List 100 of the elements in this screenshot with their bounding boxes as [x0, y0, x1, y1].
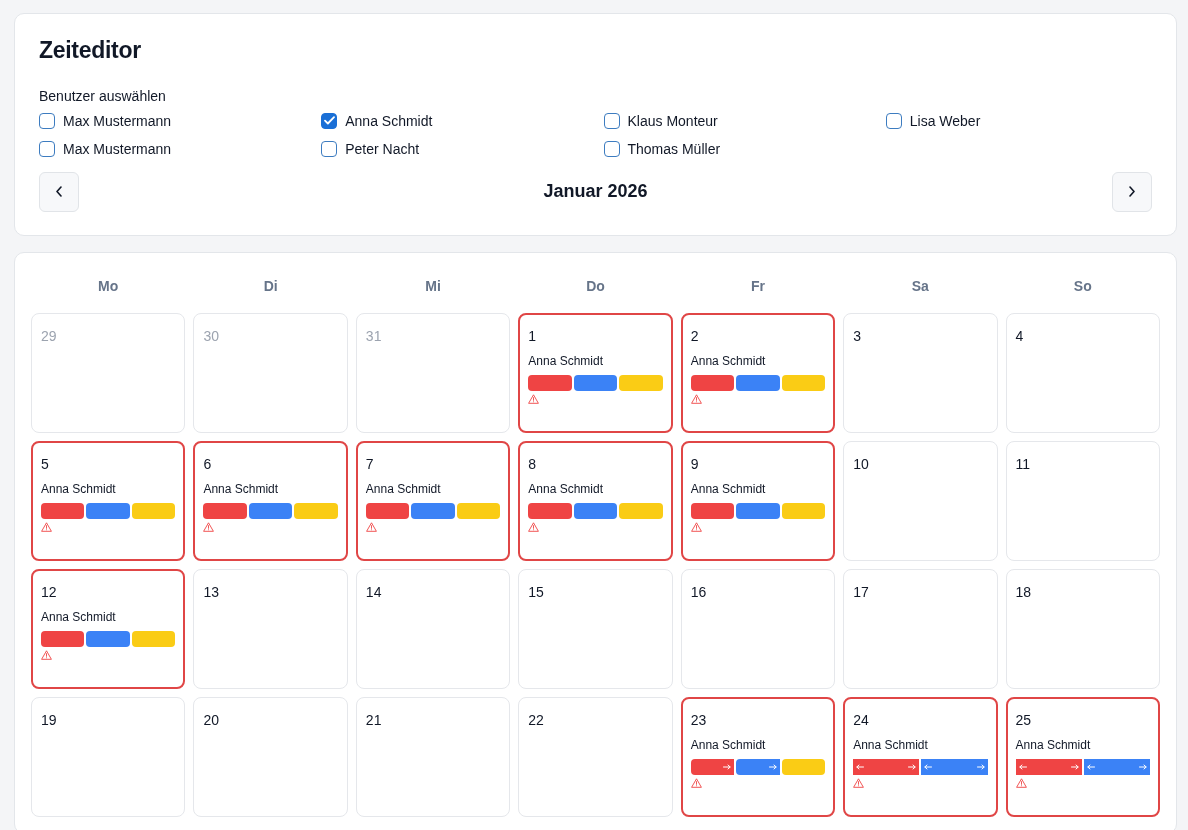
- day-number: 24: [853, 710, 869, 730]
- day-number: 12: [41, 582, 57, 602]
- entry-user-name: Anna Schmidt: [690, 481, 766, 497]
- day-cell[interactable]: 3: [843, 312, 998, 433]
- day-cell[interactable]: 15: [518, 568, 673, 689]
- time-segment[interactable]: [203, 502, 247, 519]
- checkbox[interactable]: [885, 112, 902, 129]
- day-number: 19: [41, 710, 57, 730]
- time-segment[interactable]: [690, 758, 735, 775]
- time-segment[interactable]: [41, 630, 85, 647]
- time-segment[interactable]: [528, 502, 572, 519]
- user-name-label[interactable]: Max Mustermann: [63, 138, 172, 159]
- user-name-label[interactable]: Klaus Monteur: [627, 110, 718, 131]
- day-number: 22: [528, 710, 544, 730]
- day-number: 23: [690, 710, 707, 730]
- time-segment[interactable]: [1083, 758, 1150, 775]
- time-segment[interactable]: [248, 502, 293, 519]
- day-number: 4: [1015, 326, 1024, 346]
- day-cell[interactable]: 25 Anna Schmidt: [1005, 696, 1160, 817]
- time-segment[interactable]: [41, 502, 85, 519]
- day-number: 1: [528, 326, 537, 346]
- day-number: 18: [1015, 582, 1032, 602]
- checkbox[interactable]: [603, 140, 620, 157]
- day-cell[interactable]: 23 Anna Schmidt: [680, 696, 836, 817]
- entry-user-name: Anna Schmidt: [1015, 737, 1091, 753]
- time-segment[interactable]: [573, 502, 618, 519]
- day-number: 8: [528, 454, 537, 474]
- weekday-header: Mi: [425, 277, 441, 297]
- user-name-label[interactable]: Lisa Weber: [909, 110, 981, 131]
- day-cell[interactable]: 7 Anna Schmidt: [355, 440, 511, 561]
- day-cell[interactable]: 10: [843, 440, 998, 561]
- entry-user-name: Anna Schmidt: [41, 481, 116, 497]
- time-segment[interactable]: [736, 374, 780, 391]
- day-cell[interactable]: 22: [518, 696, 673, 817]
- entry-user-name: Anna Schmidt: [365, 481, 441, 497]
- day-cell[interactable]: 19: [31, 696, 186, 817]
- day-cell[interactable]: 20: [193, 696, 348, 817]
- day-cell[interactable]: 11: [1005, 440, 1160, 561]
- user-name-label[interactable]: Peter Nacht: [345, 138, 420, 159]
- day-cell[interactable]: 17: [843, 568, 998, 689]
- chevron-left-icon: [56, 186, 62, 198]
- day-cell[interactable]: 5 Anna Schmidt: [31, 440, 186, 561]
- day-cell[interactable]: 4: [1005, 312, 1160, 433]
- time-segment[interactable]: [853, 758, 920, 775]
- day-number: 9: [690, 454, 699, 474]
- day-number: 14: [365, 582, 382, 602]
- day-cell[interactable]: 21: [355, 696, 511, 817]
- time-segment[interactable]: [690, 374, 735, 391]
- day-cell[interactable]: 9 Anna Schmidt: [680, 440, 836, 561]
- time-segment[interactable]: [736, 758, 780, 775]
- day-number: 29: [41, 326, 57, 346]
- day-cell[interactable]: 1 Anna Schmidt: [518, 312, 673, 433]
- user-name-label[interactable]: Max Mustermann: [63, 110, 172, 131]
- entry-user-name: Anna Schmidt: [528, 481, 603, 497]
- day-cell[interactable]: 24 Anna Schmidt: [843, 696, 998, 817]
- time-segment[interactable]: [690, 502, 735, 519]
- weekday-header: Di: [263, 277, 278, 297]
- entry-user-name: Anna Schmidt: [203, 481, 279, 497]
- weekday-header: Mo: [98, 277, 119, 297]
- day-number: 11: [1015, 454, 1031, 474]
- weekday-header: So: [1073, 277, 1092, 297]
- checkbox[interactable]: [39, 112, 55, 129]
- day-cell[interactable]: 14: [355, 568, 511, 689]
- day-cell[interactable]: 12 Anna Schmidt: [31, 568, 186, 689]
- day-number: 30: [203, 326, 219, 346]
- entry-user-name: Anna Schmidt: [528, 353, 603, 369]
- day-number: 10: [853, 454, 869, 474]
- user-name-label[interactable]: Thomas Müller: [627, 138, 721, 159]
- entry-user-name: Anna Schmidt: [853, 737, 928, 753]
- time-segment[interactable]: [86, 502, 130, 519]
- time-segment[interactable]: [1015, 758, 1082, 775]
- checkbox[interactable]: [321, 112, 338, 129]
- time-segment[interactable]: [365, 502, 410, 519]
- checkbox[interactable]: [39, 140, 55, 157]
- month-label: Januar 2026: [543, 181, 648, 203]
- day-cell[interactable]: 13: [193, 568, 348, 689]
- time-segment[interactable]: [528, 374, 572, 391]
- day-cell[interactable]: 18: [1005, 568, 1160, 689]
- day-cell[interactable]: 2 Anna Schmidt: [680, 312, 836, 433]
- chevron-right-icon: [1129, 186, 1135, 198]
- day-number: 3: [853, 326, 861, 346]
- day-number: 20: [203, 710, 219, 730]
- time-segment[interactable]: [86, 630, 130, 647]
- checkbox[interactable]: [321, 140, 338, 157]
- time-segment[interactable]: [921, 758, 988, 775]
- user-picker-label: Benutzer auswählen: [39, 86, 167, 106]
- time-segment[interactable]: [573, 374, 618, 391]
- time-segment[interactable]: [411, 502, 455, 519]
- day-cell[interactable]: 8 Anna Schmidt: [518, 440, 673, 561]
- time-segment[interactable]: [736, 502, 780, 519]
- day-number: 16: [690, 582, 707, 602]
- day-number: 25: [1015, 710, 1032, 730]
- day-cell[interactable]: 6 Anna Schmidt: [193, 440, 348, 561]
- day-number: 17: [853, 582, 869, 602]
- checkbox[interactable]: [603, 112, 620, 129]
- day-number: 31: [365, 326, 382, 346]
- user-name-label[interactable]: Anna Schmidt: [345, 110, 433, 131]
- day-number: 2: [690, 326, 699, 346]
- day-number: 5: [41, 454, 49, 474]
- day-cell[interactable]: 16: [680, 568, 836, 689]
